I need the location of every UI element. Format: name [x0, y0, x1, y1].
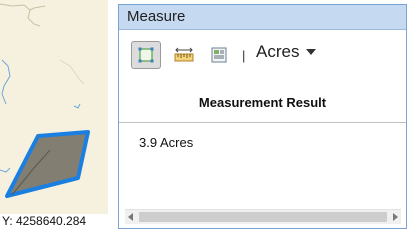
divider — [119, 122, 406, 123]
ruler-icon — [174, 47, 194, 62]
chevron-down-icon — [306, 49, 317, 55]
horizontal-scrollbar[interactable] — [125, 209, 401, 224]
measure-toolbar: | Acres — [119, 30, 406, 78]
unit-selected-label: Acres — [256, 42, 300, 61]
area-tool-button[interactable] — [131, 41, 161, 69]
scroll-right-icon[interactable] — [393, 213, 398, 221]
location-icon — [211, 47, 227, 63]
measurement-result-value: 3.9 Acres — [139, 135, 194, 150]
coordinate-readout: Y: 4258640.284 — [0, 214, 108, 229]
map-view[interactable]: Y: 4258640.284 — [0, 0, 108, 229]
scroll-left-icon[interactable] — [128, 213, 133, 221]
scrollbar-thumb[interactable] — [139, 212, 387, 222]
area-measure-icon — [138, 47, 154, 63]
unit-dropdown[interactable]: Acres — [256, 42, 317, 62]
distance-tool-button[interactable] — [169, 41, 199, 69]
measurement-result-header: Measurement Result — [198, 95, 327, 110]
widget-title: Measure — [119, 5, 406, 30]
toolbar-separator: | — [242, 48, 246, 63]
measure-widget: Measure | Acres Measurement Result 3.9 A… — [118, 4, 407, 229]
location-tool-button[interactable] — [204, 41, 234, 69]
map-canvas — [0, 3, 90, 198]
